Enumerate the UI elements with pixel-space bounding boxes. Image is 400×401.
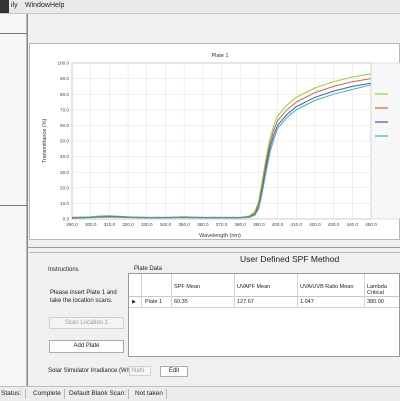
y-tick-label: 30.0	[60, 170, 69, 175]
menu-edge	[0, 0, 9, 13]
menu-item-partial[interactable]: ily	[11, 2, 18, 9]
x-tick-label: 420.0	[309, 222, 321, 227]
x-tick-label: 340.0	[160, 222, 172, 227]
menu-bar: ily Window Help	[0, 0, 400, 14]
blank-scan-value: Not taken	[135, 390, 163, 397]
menu-item-help[interactable]: Help	[50, 2, 64, 9]
x-axis-label: Wavelength (nm)	[199, 233, 241, 239]
left-divider-bottom	[0, 205, 27, 206]
y-tick-label: 70.0	[60, 107, 69, 112]
y-tick-label: 50.0	[60, 139, 69, 144]
scan-location-button[interactable]: Scan Location 1	[49, 317, 124, 329]
grid-col-separator	[171, 274, 172, 308]
col-header-uvapf-mean[interactable]: UVAPF Mean	[237, 284, 270, 290]
status-separator	[166, 389, 167, 399]
x-tick-label: 430.0	[328, 222, 340, 227]
left-panel	[0, 14, 27, 386]
x-tick-label: 390.0	[253, 222, 265, 227]
status-separator	[128, 389, 129, 399]
y-tick-label: 80.0	[60, 92, 69, 97]
menu-item-window[interactable]: Window	[25, 2, 50, 9]
x-tick-label: 330.0	[141, 222, 153, 227]
y-tick-label: 0.0	[63, 217, 70, 222]
transmittance-chart: 290.0 300.0 310.0 320.0 330.0 340.0 350.0 360.0…	[42, 53, 400, 239]
add-plate-button[interactable]: Add Plate	[49, 340, 124, 353]
x-tick-label: 440.0	[347, 222, 359, 227]
status-bar: Status: Complete Default Blank Scan: Not…	[0, 386, 400, 401]
spf-method-title: User Defined SPF Method	[240, 254, 340, 264]
edit-irradiance-button[interactable]: Edit	[160, 366, 188, 377]
col-header-lambda-critical[interactable]: Lambda Critical	[367, 284, 399, 296]
x-tick-label: 410.0	[291, 222, 303, 227]
x-tick-label: 320.0	[122, 222, 134, 227]
y-tick-label: 90.0	[60, 76, 69, 81]
irradiance-input[interactable]: NaN	[129, 366, 151, 376]
grid-col-separator	[364, 274, 365, 308]
y-tick-label: 40.0	[60, 154, 69, 159]
x-tick-label: 360.0	[197, 222, 209, 227]
x-tick-label: 370.0	[216, 222, 228, 227]
instructions-title: Instructions	[48, 267, 79, 273]
cell-lambda-critical[interactable]: 380.00	[367, 299, 384, 305]
horizontal-splitter[interactable]	[28, 247, 400, 248]
status-separator	[25, 389, 26, 399]
grid-col-separator	[141, 274, 142, 308]
x-tick-label: 400.0	[272, 222, 284, 227]
blank-scan-label: Default Blank Scan:	[69, 390, 127, 397]
left-divider-top	[0, 33, 27, 34]
x-tick-label: 380.0	[234, 222, 246, 227]
cell-spf-mean[interactable]: 60.35	[174, 299, 188, 305]
grid-row-separator	[129, 307, 399, 308]
plate-data-label: Plate Data	[134, 266, 163, 272]
y-tick-label: 10.0	[60, 201, 69, 206]
row-plate-name[interactable]: Plate 1	[145, 299, 162, 305]
legend-box	[370, 62, 400, 220]
chart-title: Plate 1	[211, 53, 228, 59]
y-tick-label: 60.0	[60, 123, 69, 128]
y-tick-label: 20.0	[60, 185, 69, 190]
irradiance-label: Solar Simulator Irradiance (W/m2)	[48, 368, 139, 374]
grid-col-separator	[234, 274, 235, 308]
y-axis-label: Transmittance (%)	[42, 118, 48, 163]
col-header-uva-uvb-ratio[interactable]: UVA/UVB Ratio Mean	[300, 284, 353, 290]
x-tick-label: 310.0	[104, 222, 116, 227]
x-tick-label: 300.0	[85, 222, 97, 227]
cell-uvapf-mean[interactable]: 127.67	[237, 299, 254, 305]
plate-data-grid: SPF Mean UVAPF Mean UVA/UVB Ratio Mean L…	[128, 273, 400, 357]
status-label: Status:	[1, 390, 22, 397]
instructions-text: Please insert Plate 1 and take the locat…	[50, 290, 117, 304]
cell-uva-uvb-ratio[interactable]: 1.047	[300, 299, 314, 305]
y-tick-label: 100.0	[58, 61, 70, 66]
vertical-splitter[interactable]	[27, 14, 28, 386]
grid-col-separator	[297, 274, 298, 308]
status-value: Complete	[33, 390, 61, 397]
x-tick-label: 350.0	[178, 222, 190, 227]
row-selector-arrow-icon[interactable]: ▶	[132, 299, 136, 305]
x-tick-label: 290.0	[66, 222, 78, 227]
col-header-spf-mean[interactable]: SPF Mean	[174, 284, 200, 290]
status-separator	[64, 389, 65, 399]
x-tick-label: 450.0	[365, 222, 377, 227]
chart-panel: 290.0 300.0 310.0 320.0 330.0 340.0 350.0 360.0…	[29, 43, 400, 240]
